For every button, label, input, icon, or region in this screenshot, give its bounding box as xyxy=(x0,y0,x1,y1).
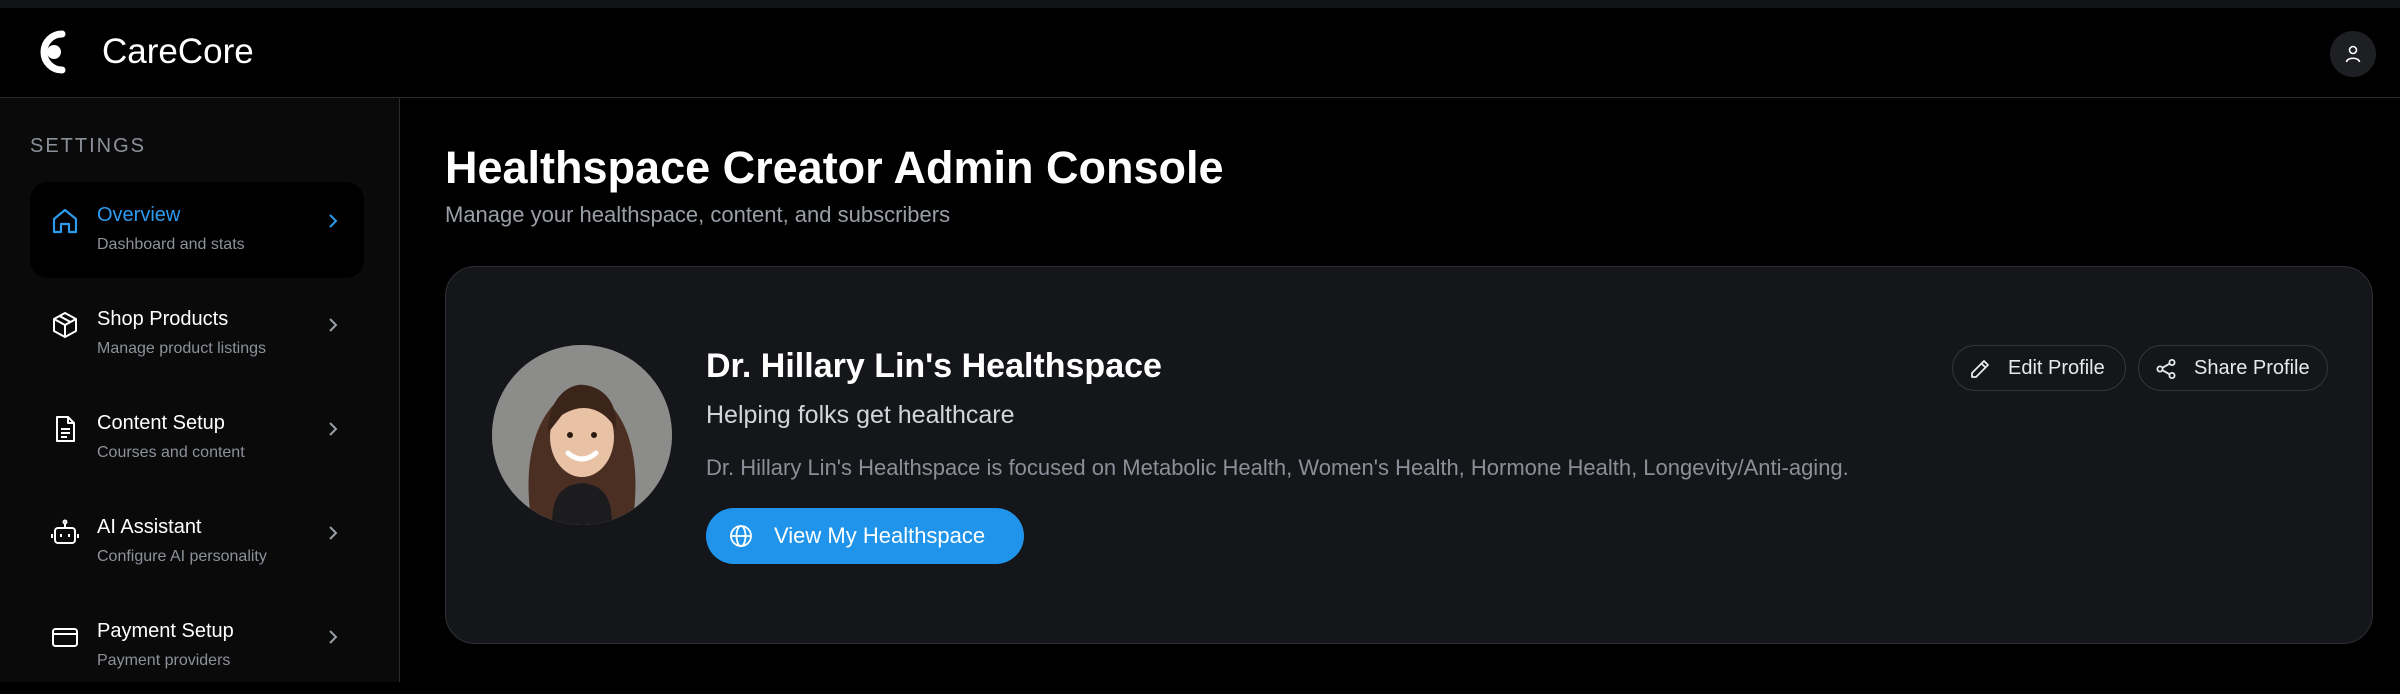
app-header: CareCore xyxy=(0,8,2400,98)
sidebar-item-overview[interactable]: Overview Dashboard and stats xyxy=(30,182,364,278)
healthspace-tagline: Helping folks get healthcare xyxy=(706,401,1015,429)
user-icon xyxy=(2345,45,2361,63)
avatar xyxy=(492,345,672,525)
sidebar-item-ai-assistant[interactable]: AI Assistant Configure AI personality xyxy=(30,494,364,590)
edit-profile-label: Edit Profile xyxy=(2008,357,2105,379)
view-healthspace-label: View My Healthspace xyxy=(774,523,986,548)
bot-icon xyxy=(51,519,79,544)
sidebar-item-title: Shop Products xyxy=(97,308,229,330)
share-profile-label: Share Profile xyxy=(2194,357,2310,379)
app-name[interactable]: CareCore xyxy=(102,32,254,72)
chevron-right-icon xyxy=(329,630,338,644)
settings-sidebar: SETTINGS Overview Dashboard and stats Sh… xyxy=(0,98,400,682)
user-menu-button[interactable] xyxy=(2330,31,2376,77)
sidebar-item-content-setup[interactable]: Content Setup Courses and content xyxy=(30,390,364,486)
chevron-right-icon xyxy=(329,422,338,436)
healthspace-profile-card: Dr. Hillary Lin's Healthspace Helping fo… xyxy=(445,266,2373,644)
sidebar-item-subtitle: Configure AI personality xyxy=(97,548,267,565)
chevron-right-icon xyxy=(329,318,338,332)
sidebar-section-label: SETTINGS xyxy=(30,135,147,157)
edit-profile-button[interactable]: Edit Profile xyxy=(1952,345,2126,391)
carecore-logo-icon[interactable] xyxy=(32,28,72,76)
globe-icon xyxy=(730,525,752,547)
package-icon xyxy=(53,312,77,338)
top-strip xyxy=(0,0,2400,8)
home-icon xyxy=(52,208,78,234)
document-icon xyxy=(56,416,75,442)
sidebar-item-subtitle: Dashboard and stats xyxy=(97,236,245,253)
sidebar-item-title: AI Assistant xyxy=(97,516,202,538)
main-content: Healthspace Creator Admin Console Manage… xyxy=(400,98,2400,682)
page-subtitle: Manage your healthspace, content, and su… xyxy=(445,202,951,227)
share-profile-button[interactable]: Share Profile xyxy=(2138,345,2328,391)
share-icon xyxy=(2156,359,2176,379)
page-title: Healthspace Creator Admin Console xyxy=(445,142,1224,193)
chevron-right-icon xyxy=(329,214,338,228)
pencil-icon xyxy=(1971,360,1989,378)
sidebar-item-subtitle: Payment providers xyxy=(97,652,231,669)
credit-card-icon xyxy=(52,628,78,647)
healthspace-name: Dr. Hillary Lin's Healthspace xyxy=(706,347,1162,385)
chevron-right-icon xyxy=(329,526,338,540)
sidebar-item-title: Overview xyxy=(97,204,181,226)
healthspace-description: Dr. Hillary Lin's Healthspace is focused… xyxy=(706,455,1849,480)
sidebar-item-payment-setup[interactable]: Payment Setup Payment providers xyxy=(30,598,364,694)
sidebar-item-title: Content Setup xyxy=(97,412,225,434)
view-healthspace-button[interactable]: View My Healthspace xyxy=(706,508,1024,564)
sidebar-item-title: Payment Setup xyxy=(97,620,234,642)
sidebar-item-subtitle: Manage product listings xyxy=(97,340,266,357)
sidebar-item-subtitle: Courses and content xyxy=(97,444,245,461)
sidebar-item-shop-products[interactable]: Shop Products Manage product listings xyxy=(30,286,364,382)
